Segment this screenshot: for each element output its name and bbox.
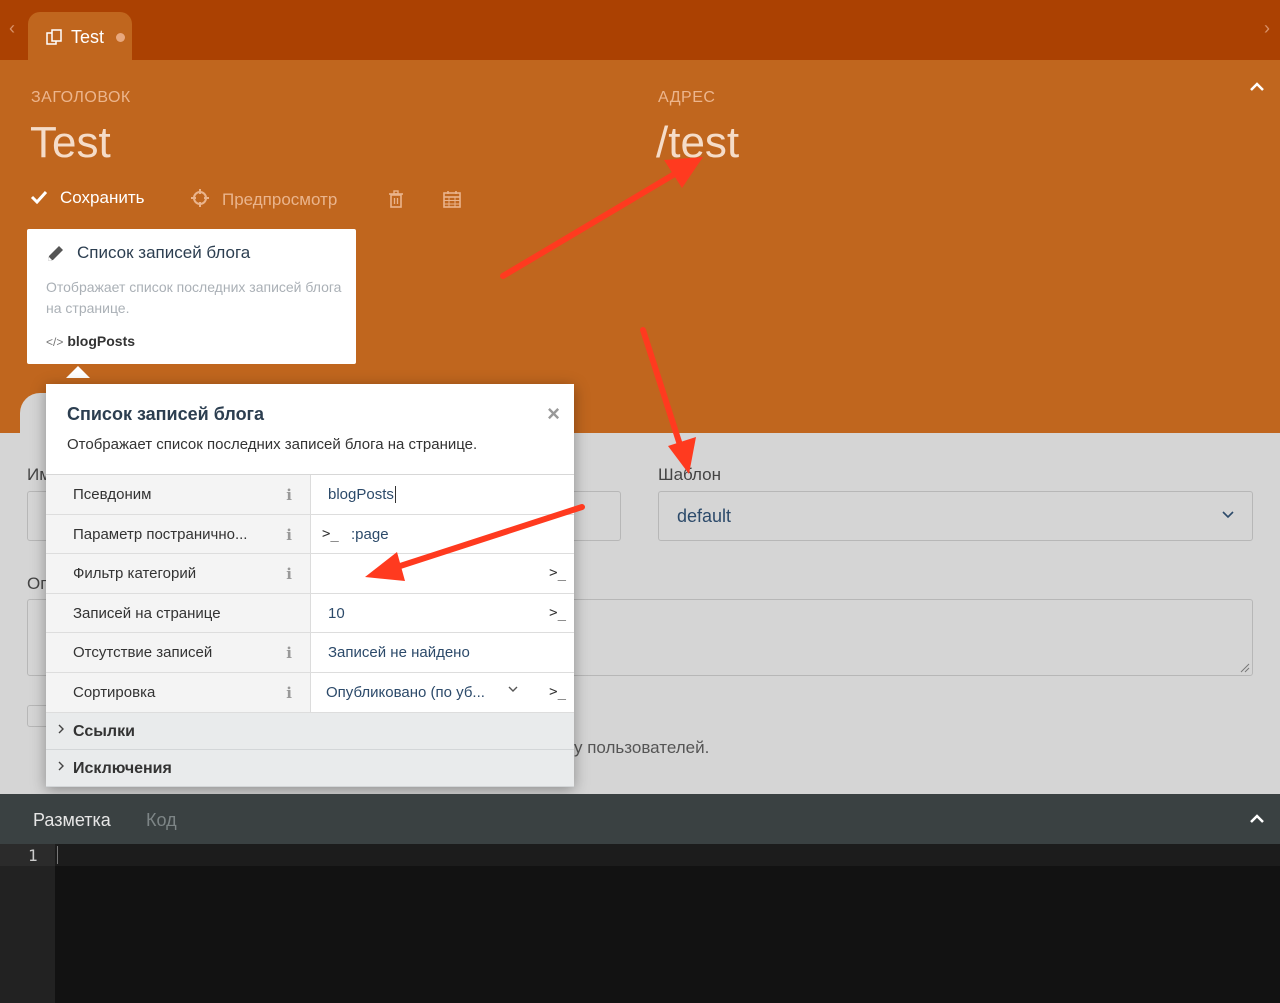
info-icon[interactable]: i [286, 684, 292, 702]
chevron-right-icon [58, 724, 64, 734]
tab-bar: ‹ Test › [0, 0, 1280, 60]
property-value: blogPosts [328, 486, 396, 503]
line-number: 1 [28, 846, 38, 865]
posts-per-page-input[interactable]: 10 >_ [311, 593, 574, 633]
title-caption: ЗАГОЛОВОК [31, 89, 131, 106]
property-row-category-filter: Фильтр категорий i >_ [46, 554, 574, 594]
group-links[interactable]: Ссылки [46, 712, 574, 750]
property-row-alias: Псевдоним i blogPosts [46, 475, 574, 515]
info-icon[interactable]: i [286, 526, 292, 544]
save-label: Сохранить [60, 188, 145, 207]
group-label: Ссылки [73, 722, 135, 740]
url-caption: АДРЕС [658, 89, 716, 106]
collapse-header-icon[interactable] [1250, 82, 1264, 92]
property-value: 10 [328, 604, 345, 622]
property-name: Записей на странице [73, 604, 221, 622]
tab-test[interactable]: Test [28, 12, 132, 60]
card-description: Отображает список последних записей блог… [46, 279, 342, 316]
tab-scroll-left-icon[interactable]: ‹ [9, 18, 15, 39]
property-name-cell: Записей на странице [46, 593, 311, 633]
property-name-cell: Отсутствие записей i [46, 633, 311, 672]
preview-label: Предпросмотр [222, 190, 338, 209]
tab-scroll-right-icon[interactable]: › [1264, 18, 1270, 39]
active-line-gutter: 1 [0, 844, 55, 866]
trash-icon[interactable] [388, 190, 404, 208]
tab-code[interactable]: Код [146, 810, 177, 831]
page-param-input[interactable]: >_ :page [311, 514, 574, 554]
terminal-icon[interactable]: >_ [549, 565, 566, 581]
component-card[interactable]: Список записей блога Отображает список п… [27, 229, 356, 364]
popup-title: Список записей блога [67, 404, 265, 424]
card-alias-label: blogPosts [67, 333, 136, 349]
no-posts-input[interactable]: Записей не найдено [311, 633, 574, 672]
sort-order-select[interactable]: Опубликовано (по уб... >_ [311, 672, 574, 712]
chevron-down-icon [508, 686, 518, 692]
property-name: Параметр постранично... [73, 525, 248, 543]
pencil-icon [48, 246, 63, 261]
property-value: Опубликовано (по уб... [326, 683, 485, 701]
property-name: Сортировка [73, 683, 156, 701]
page-header: ЗАГОЛОВОК Test АДРЕС /test Сохранить Пре… [0, 60, 1280, 433]
card-title: Список записей блога [77, 243, 251, 262]
unsaved-dot-icon [116, 33, 125, 42]
popup-description: Отображает список последних записей блог… [67, 436, 478, 453]
resize-handle-icon[interactable] [1240, 663, 1250, 673]
chevron-right-icon [58, 761, 64, 771]
group-exceptions[interactable]: Исключения [46, 749, 574, 787]
save-button[interactable]: Сохранить [30, 188, 144, 208]
property-table: Псевдоним i blogPosts Параметр постранич… [46, 474, 574, 787]
property-name: Фильтр категорий [73, 565, 197, 583]
collapse-editor-icon[interactable] [1250, 814, 1264, 824]
property-name-cell: Фильтр категорий i [46, 554, 311, 593]
card-alias: </> blogPosts [46, 333, 135, 349]
property-name-cell: Сортировка i [46, 672, 311, 712]
preview-button[interactable]: Предпросмотр [190, 188, 337, 210]
tab-label: Test [71, 27, 105, 47]
tab-markup[interactable]: Разметка [33, 810, 111, 831]
calendar-icon[interactable] [443, 190, 461, 208]
terminal-icon[interactable]: >_ [322, 526, 339, 542]
hidden-hint: у пользователей. [574, 738, 710, 757]
component-properties-popup: Список записей блога × Отображает список… [46, 384, 574, 787]
terminal-icon[interactable]: >_ [549, 605, 566, 621]
info-icon[interactable]: i [286, 644, 292, 662]
property-value: Записей не найдено [328, 644, 470, 662]
code-editor[interactable] [55, 844, 1280, 1003]
property-name: Отсутствие записей [73, 644, 213, 662]
layout-select[interactable]: default [658, 491, 1253, 541]
terminal-icon[interactable]: >_ [549, 684, 566, 700]
property-name-cell: Параметр постранично... i [46, 514, 311, 554]
check-icon [30, 190, 48, 205]
active-line [55, 844, 1280, 866]
close-icon[interactable]: × [547, 403, 560, 425]
property-row-sort-order: Сортировка i Опубликовано (по уб... >_ [46, 672, 574, 713]
alias-input[interactable]: blogPosts [311, 475, 574, 514]
category-filter-input[interactable]: >_ [311, 554, 574, 593]
editor-gutter: 1 [0, 844, 55, 1003]
layout-label: Шаблон [658, 465, 721, 484]
chevron-down-icon [1222, 511, 1234, 519]
group-label: Исключения [73, 759, 172, 777]
url-input[interactable]: /test [656, 118, 739, 168]
property-row-posts-per-page: Записей на странице 10 >_ [46, 593, 574, 634]
info-icon[interactable]: i [286, 565, 292, 583]
property-name-cell: Псевдоним i [46, 475, 311, 514]
crosshair-icon [191, 189, 209, 207]
pages-icon [46, 29, 62, 45]
property-row-page-param: Параметр постранично... i >_ :page [46, 514, 574, 555]
info-icon[interactable]: i [286, 486, 292, 504]
title-input[interactable]: Test [30, 118, 111, 168]
text-caret [57, 846, 58, 864]
popover-pointer [66, 366, 90, 378]
layout-select-value: default [677, 506, 732, 526]
code-icon: </> [46, 335, 64, 349]
editor-tab-bar: Разметка Код [0, 794, 1280, 844]
property-row-no-posts: Отсутствие записей i Записей не найдено [46, 633, 574, 673]
property-name: Псевдоним [73, 486, 152, 503]
property-value: :page [351, 525, 389, 543]
